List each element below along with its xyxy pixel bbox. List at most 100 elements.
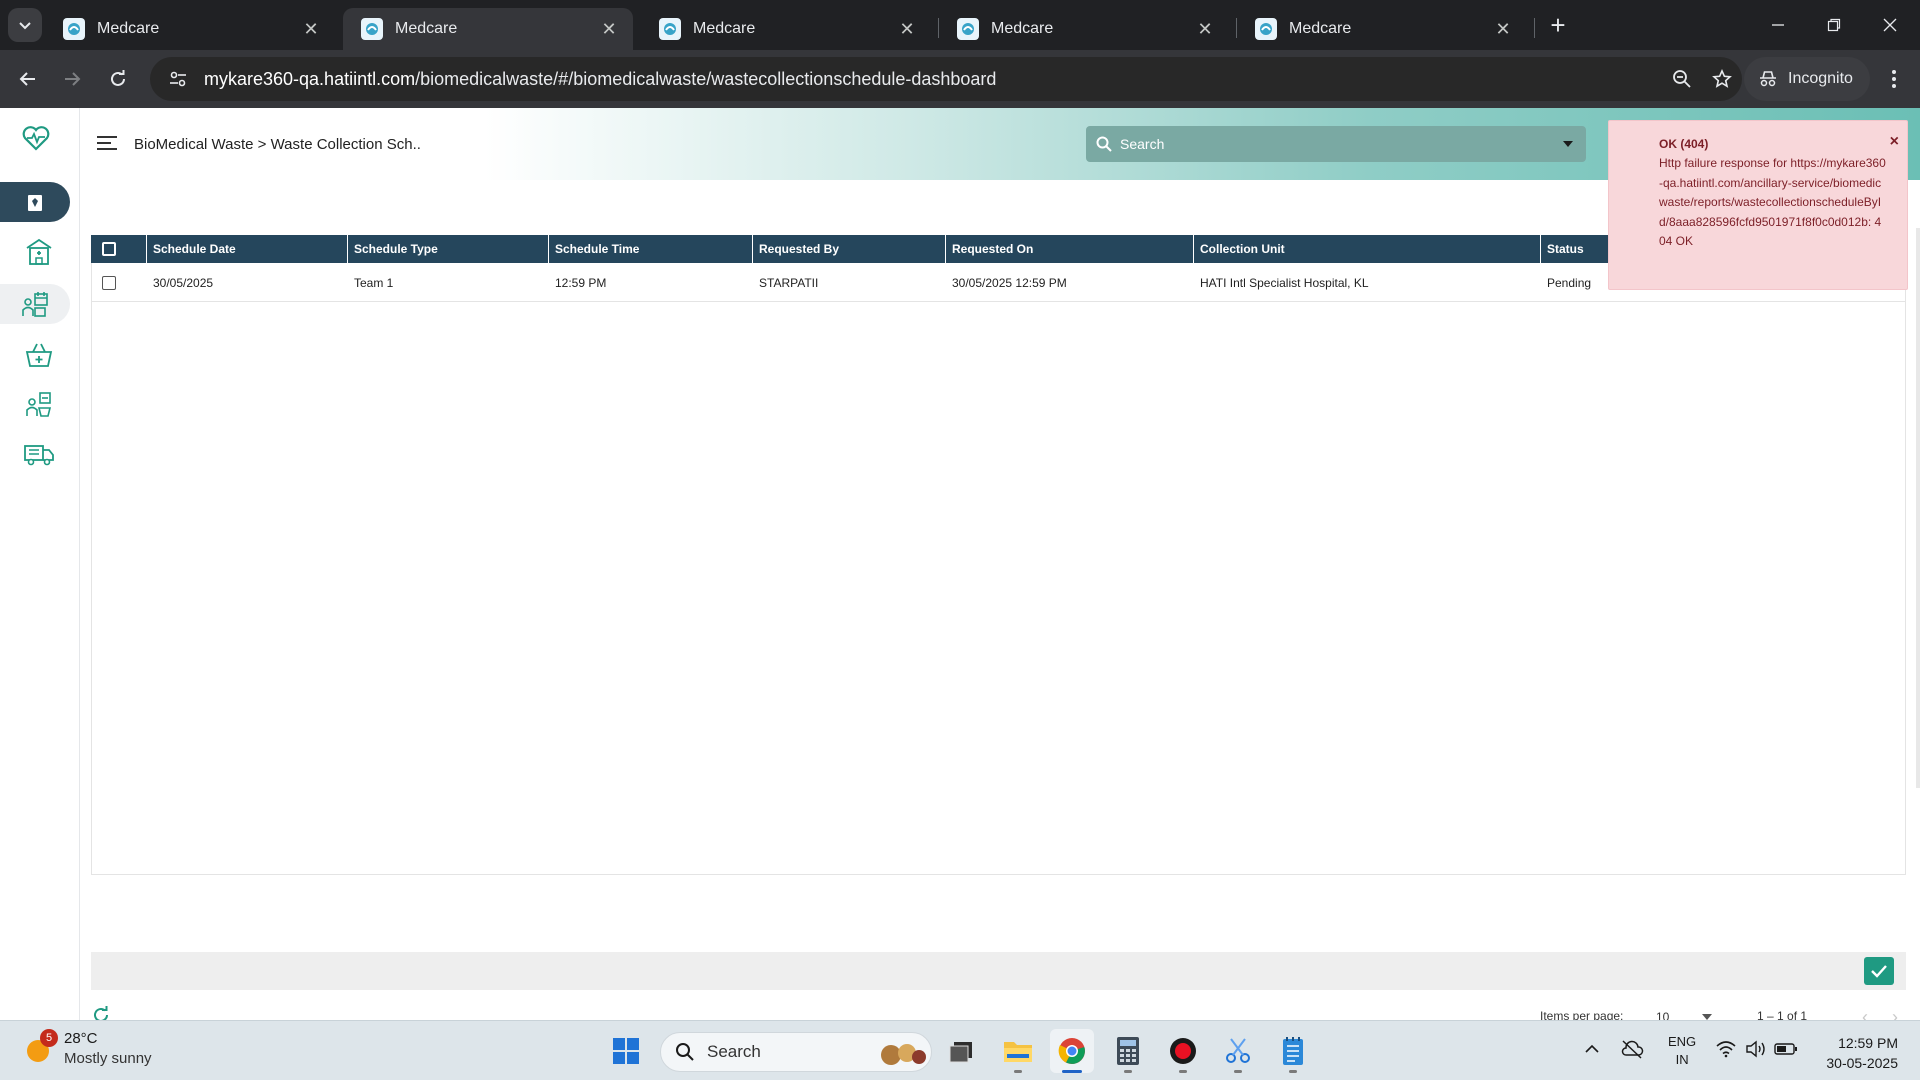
taskbar-notepad[interactable] [1271, 1029, 1315, 1073]
col-schedule-type[interactable]: Schedule Type [348, 235, 549, 263]
taskbar-calculator[interactable] [1106, 1029, 1150, 1073]
tab-close-icon[interactable]: ✕ [897, 19, 917, 39]
running-indicator [1014, 1070, 1022, 1073]
tray-overflow-chevron-icon[interactable] [1578, 1035, 1606, 1063]
breadcrumb: BioMedical Waste > Waste Collection Sch.… [134, 136, 421, 153]
new-tab-button[interactable]: + [1543, 10, 1573, 40]
site-info-icon[interactable] [158, 69, 198, 89]
system-clock[interactable]: 12:59 PM 30-05-2025 [1806, 1033, 1898, 1073]
nav-waste-basket[interactable] [8, 334, 70, 374]
browser-menu-icon[interactable] [1878, 63, 1910, 95]
col-collection-unit[interactable]: Collection Unit [1194, 235, 1541, 263]
confirm-button[interactable] [1864, 957, 1894, 985]
row-checkbox[interactable] [102, 275, 116, 290]
tab-close-icon[interactable]: ✕ [301, 19, 321, 39]
grid-action-bar [91, 952, 1906, 990]
reload-icon[interactable] [102, 63, 134, 95]
clock-time: 12:59 PM [1838, 1035, 1898, 1051]
incognito-chip[interactable]: Incognito [1744, 57, 1870, 101]
tab-title: Medcare [991, 20, 1054, 37]
browser-tab-active[interactable]: Medcare ✕ [343, 8, 633, 50]
nav-waste-bin[interactable] [0, 182, 70, 222]
running-indicator [1179, 1070, 1187, 1073]
task-view-button[interactable] [939, 1029, 983, 1073]
browser-tab[interactable]: Medcare ✕ [641, 8, 931, 50]
col-requested-on[interactable]: Requested On [946, 235, 1194, 263]
global-search[interactable]: Search [1086, 126, 1586, 162]
select-all-checkbox[interactable] [102, 242, 116, 256]
battery-icon[interactable] [1772, 1035, 1800, 1063]
weather-temperature: 28°C [64, 1030, 98, 1047]
browser-tab-bar: Medcare ✕ Medcare ✕ Medcare ✕ Medcare ✕ … [0, 0, 1920, 50]
search-icon [1096, 136, 1112, 152]
restore-icon[interactable] [1806, 0, 1862, 50]
taskbar-snipping-tool[interactable] [1216, 1029, 1260, 1073]
tab-close-icon[interactable]: ✕ [1493, 19, 1513, 39]
windows-logo-icon [613, 1038, 639, 1064]
tab-title: Medcare [693, 20, 756, 37]
page-scrollbar[interactable] [1916, 228, 1920, 788]
input-language[interactable]: ENG IN [1668, 1033, 1696, 1069]
medcare-favicon-icon [1255, 18, 1277, 40]
select-all-cell [91, 235, 147, 263]
cell-collection-unit: HATI Intl Specialist Hospital, KL [1200, 275, 1369, 290]
os-taskbar: 5 28°C Mostly sunny Search ENG IN 12:59 … [0, 1020, 1920, 1080]
search-icon [676, 1043, 694, 1061]
address-bar[interactable]: mykare360-qa.hatiintl.com/biomedicalwast… [150, 57, 1742, 101]
incognito-icon [1760, 71, 1776, 87]
wifi-icon[interactable] [1712, 1035, 1740, 1063]
tab-title: Medcare [97, 20, 160, 37]
bookmark-star-icon[interactable] [1702, 59, 1742, 99]
volume-icon[interactable] [1742, 1035, 1770, 1063]
medcare-favicon-icon [63, 18, 85, 40]
tab-close-icon[interactable]: ✕ [1195, 19, 1215, 39]
nav-collection-schedule[interactable] [0, 284, 70, 324]
sun-icon: 5 [22, 1029, 58, 1067]
chevron-down-icon [19, 22, 31, 30]
taskbar-chrome[interactable] [1050, 1029, 1094, 1073]
window-close-icon[interactable] [1862, 0, 1918, 50]
collection-schedule-icon [22, 292, 48, 317]
nav-collection-staff[interactable] [8, 384, 70, 424]
weather-condition: Mostly sunny [64, 1050, 152, 1067]
forward-arrow-icon[interactable] [56, 63, 88, 95]
search-dropdown-icon[interactable] [1550, 141, 1586, 147]
start-button[interactable] [604, 1029, 648, 1073]
taskbar-search[interactable]: Search [660, 1032, 932, 1072]
cloud-offline-icon[interactable] [1618, 1035, 1646, 1063]
nav-transport[interactable] [8, 434, 70, 474]
heartbeat-logo-icon[interactable] [20, 122, 52, 154]
taskbar-file-explorer[interactable] [996, 1029, 1040, 1073]
browser-tab[interactable]: Medcare ✕ [45, 8, 335, 50]
col-schedule-date[interactable]: Schedule Date [147, 235, 348, 263]
nav-hospital[interactable] [8, 232, 70, 272]
toast-close-icon[interactable]: × [1890, 133, 1899, 151]
task-view-icon [949, 1042, 972, 1063]
incognito-label: Incognito [1788, 70, 1853, 87]
lang-line2: IN [1675, 1052, 1689, 1067]
zoom-icon[interactable] [1662, 59, 1702, 99]
running-indicator [1234, 1070, 1242, 1073]
url-path: /biomedicalwaste/#/biomedicalwaste/waste… [415, 68, 997, 89]
tab-search-button[interactable] [8, 8, 42, 42]
grid-frame [91, 235, 1906, 875]
error-toast: OK (404) Http failure response for https… [1608, 120, 1908, 290]
back-arrow-icon[interactable] [12, 63, 44, 95]
toast-title: OK (404) [1659, 137, 1709, 151]
url-text[interactable]: mykare360-qa.hatiintl.com/biomedicalwast… [204, 69, 1662, 90]
running-indicator [1289, 1070, 1297, 1073]
menu-toggle-icon[interactable] [96, 134, 118, 152]
col-requested-by[interactable]: Requested By [753, 235, 946, 263]
taskbar-recorder[interactable] [1161, 1029, 1205, 1073]
browser-tab[interactable]: Medcare ✕ [1237, 8, 1527, 50]
browser-tab[interactable]: Medcare ✕ [939, 8, 1229, 50]
tab-close-icon[interactable]: ✕ [599, 19, 619, 39]
col-schedule-time[interactable]: Schedule Time [549, 235, 753, 263]
weather-widget[interactable]: 5 28°C Mostly sunny [22, 1029, 152, 1069]
cell-requested-on: 30/05/2025 12:59 PM [952, 275, 1067, 290]
clock-date: 30-05-2025 [1826, 1055, 1898, 1071]
cell-schedule-time: 12:59 PM [555, 275, 607, 290]
side-nav [0, 108, 80, 1020]
minimize-icon[interactable] [1750, 0, 1806, 50]
cell-schedule-date: 30/05/2025 [153, 275, 214, 290]
